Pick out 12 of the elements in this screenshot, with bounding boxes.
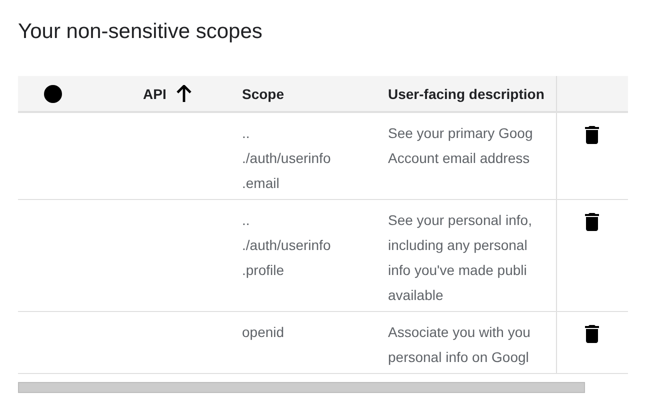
horizontal-scrollbar[interactable] <box>18 382 585 393</box>
scope-cell-text: .. ./auth/userinfo .email <box>242 124 331 193</box>
select-all-icon[interactable] <box>44 84 62 102</box>
column-header: Scope <box>242 86 284 102</box>
section-title: Your non-sensitive scopes <box>18 19 264 45</box>
description-cell-text: Associate you with you personal info on Googl <box>388 323 530 367</box>
column-header: User-facing description <box>388 86 544 102</box>
sort-column-header[interactable]: API <box>143 84 192 102</box>
description-cell-text: See your primary Goog Account email address <box>388 124 533 168</box>
scope-cell-text: .. ./auth/userinfo .profile <box>242 211 331 280</box>
scope-cell-text: openid <box>242 323 284 342</box>
description-cell-text: See your personal info, including any personal info you've made publi available <box>388 211 532 305</box>
